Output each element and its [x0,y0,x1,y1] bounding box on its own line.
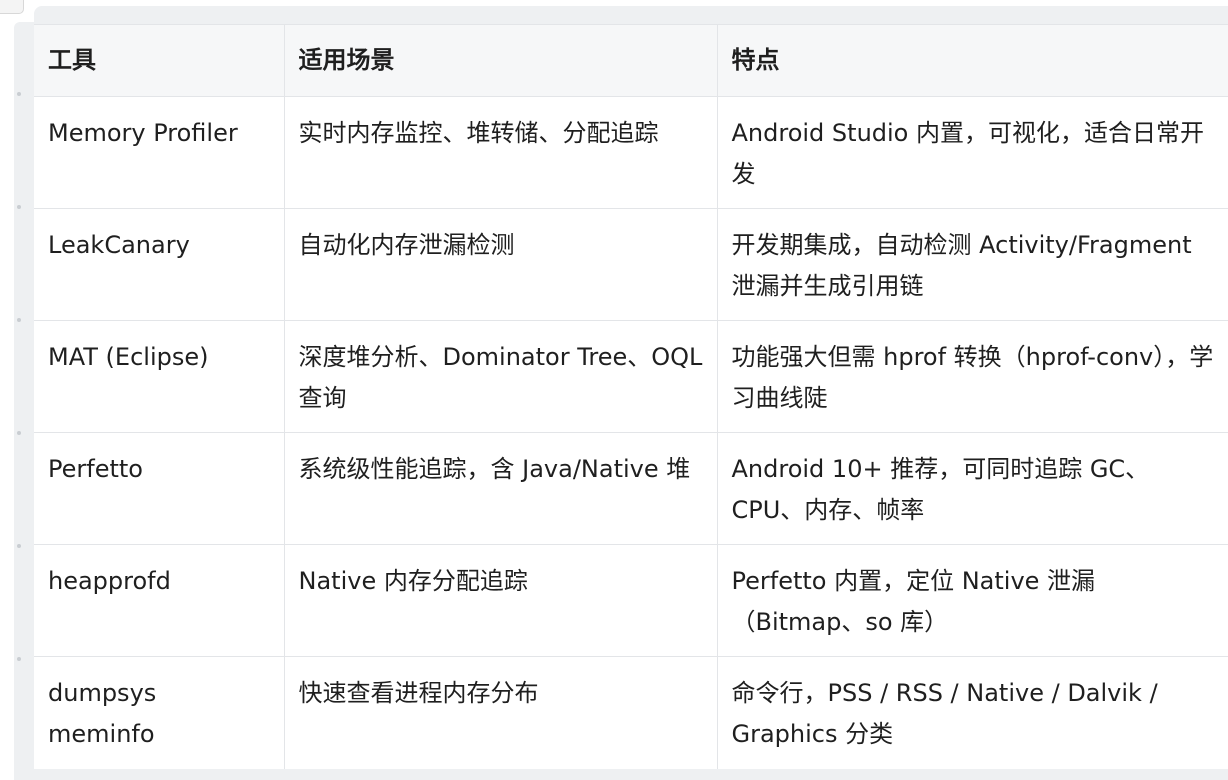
cell-features: 功能强大但需 hprof 转换（hprof-conv），学习曲线陡 [716,320,1228,433]
header-scenario: 适用场景 [283,24,718,97]
header-features: 特点 [716,24,1228,97]
header-tool: 工具 [34,24,285,97]
cell-features: Android 10+ 推荐，可同时追踪 GC、CPU、内存、帧率 [716,432,1228,545]
cell-features: Android Studio 内置，可视化，适合日常开发 [716,96,1228,209]
table-row: MAT (Eclipse) 深度堆分析、Dominator Tree、OQL 查… [34,320,1228,433]
gutter-marker [17,544,21,548]
gutter-marker [17,92,21,96]
header-row: 工具 适用场景 特点 [34,24,1228,97]
cell-features: Perfetto 内置，定位 Native 泄漏（Bitmap、so 库） [716,544,1228,657]
gutter-marker [17,657,21,661]
gutter-marker [17,431,21,435]
cell-tool: MAT (Eclipse) [34,320,285,433]
left-gutter [0,0,34,780]
cell-features: 命令行，PSS / RSS / Native / Dalvik / Graphi… [716,656,1228,769]
table-body: Memory Profiler 实时内存监控、堆转储、分配追踪 Android … [34,96,1228,769]
cell-tool: heapprofd [34,544,285,657]
cell-tool: dumpsys meminfo [34,656,285,769]
cell-scenario: Native 内存分配追踪 [283,544,718,657]
cell-features: 开发期集成，自动检测 Activity/Fragment 泄漏并生成引用链 [716,208,1228,321]
gutter-marker [17,318,21,322]
table-row: dumpsys meminfo 快速查看进程内存分布 命令行，PSS / RSS… [34,656,1228,769]
cell-scenario: 快速查看进程内存分布 [283,656,718,769]
gutter-handle[interactable] [0,0,24,14]
tools-table: 工具 适用场景 特点 Memory Profiler 实时内存监控、堆转储、分配… [34,24,1228,769]
cell-tool: Memory Profiler [34,96,285,209]
table-row: Memory Profiler 实时内存监控、堆转储、分配追踪 Android … [34,96,1228,209]
cell-scenario: 深度堆分析、Dominator Tree、OQL 查询 [283,320,718,433]
table-row: heapprofd Native 内存分配追踪 Perfetto 内置，定位 N… [34,544,1228,657]
cell-scenario: 自动化内存泄漏检测 [283,208,718,321]
table-header: 工具 适用场景 特点 [34,24,1228,97]
table-row: Perfetto 系统级性能追踪，含 Java/Native 堆 Android… [34,432,1228,545]
cell-scenario: 实时内存监控、堆转储、分配追踪 [283,96,718,209]
document-page: 工具 适用场景 特点 Memory Profiler 实时内存监控、堆转储、分配… [0,0,1228,780]
cell-tool: Perfetto [34,432,285,545]
gutter-strip [14,22,34,780]
cell-scenario: 系统级性能追踪，含 Java/Native 堆 [283,432,718,545]
gutter-marker [17,205,21,209]
table-row: LeakCanary 自动化内存泄漏检测 开发期集成，自动检测 Activity… [34,208,1228,321]
cell-tool: LeakCanary [34,208,285,321]
